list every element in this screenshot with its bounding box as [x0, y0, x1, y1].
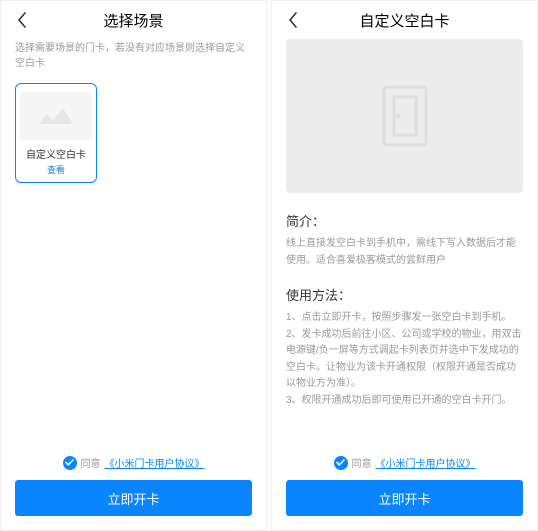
content-area: 简介： 线上直接发空白卡到手机中，需线下写入数据后才能使用。适合喜爱极客模式的尝…: [272, 39, 537, 445]
page-title: 自定义空白卡: [359, 10, 449, 31]
card-view-link[interactable]: 查看: [20, 163, 92, 176]
usage-body: 1、点击立即开卡，按照步骤发一张空白卡到手机。 2、发卡成功后前往小区、公司或学…: [286, 310, 523, 409]
blank-card-option[interactable]: 自定义空白卡 查看: [15, 83, 97, 183]
card-image-placeholder: [286, 39, 523, 193]
screen-blank-card-detail: 自定义空白卡 简介： 线上直接发空白卡到手机中，需线下写入数据后才能使用。适合喜…: [271, 0, 538, 531]
agreement-prefix: 同意: [352, 455, 372, 470]
check-icon[interactable]: [334, 456, 348, 470]
agreement-link[interactable]: 《小米门卡用户协议》: [376, 455, 476, 470]
open-card-button[interactable]: 立即开卡: [15, 480, 252, 516]
agreement-row: 同意 《小米门卡用户协议》: [286, 455, 523, 470]
open-card-button[interactable]: 立即开卡: [286, 480, 523, 516]
footer: 同意 《小米门卡用户协议》 立即开卡: [1, 445, 266, 530]
screen-select-scene: 选择场景 选择需要场景的门卡，若没有对应场景则选择自定义空白卡 自定义空白卡 查…: [0, 0, 267, 531]
card-placeholder-icon: [20, 92, 92, 140]
back-icon[interactable]: [284, 11, 302, 29]
agreement-prefix: 同意: [81, 455, 101, 470]
agreement-link[interactable]: 《小米门卡用户协议》: [105, 455, 205, 470]
card-title: 自定义空白卡: [20, 146, 92, 161]
intro-body: 线上直接发空白卡到手机中，需线下写入数据后才能使用。适合喜爱极客模式的尝鲜用户: [286, 236, 523, 269]
intro-heading: 简介：: [286, 211, 523, 230]
header: 选择场景: [1, 1, 266, 39]
header: 自定义空白卡: [272, 1, 537, 39]
agreement-row: 同意 《小米门卡用户协议》: [15, 455, 252, 470]
page-subtitle: 选择需要场景的门卡，若没有对应场景则选择自定义空白卡: [1, 39, 266, 83]
check-icon[interactable]: [63, 456, 77, 470]
page-title: 选择场景: [103, 10, 163, 31]
usage-heading: 使用方法：: [286, 285, 523, 304]
back-icon[interactable]: [13, 11, 31, 29]
footer: 同意 《小米门卡用户协议》 立即开卡: [272, 445, 537, 530]
content-area: 自定义空白卡 查看: [1, 83, 266, 445]
